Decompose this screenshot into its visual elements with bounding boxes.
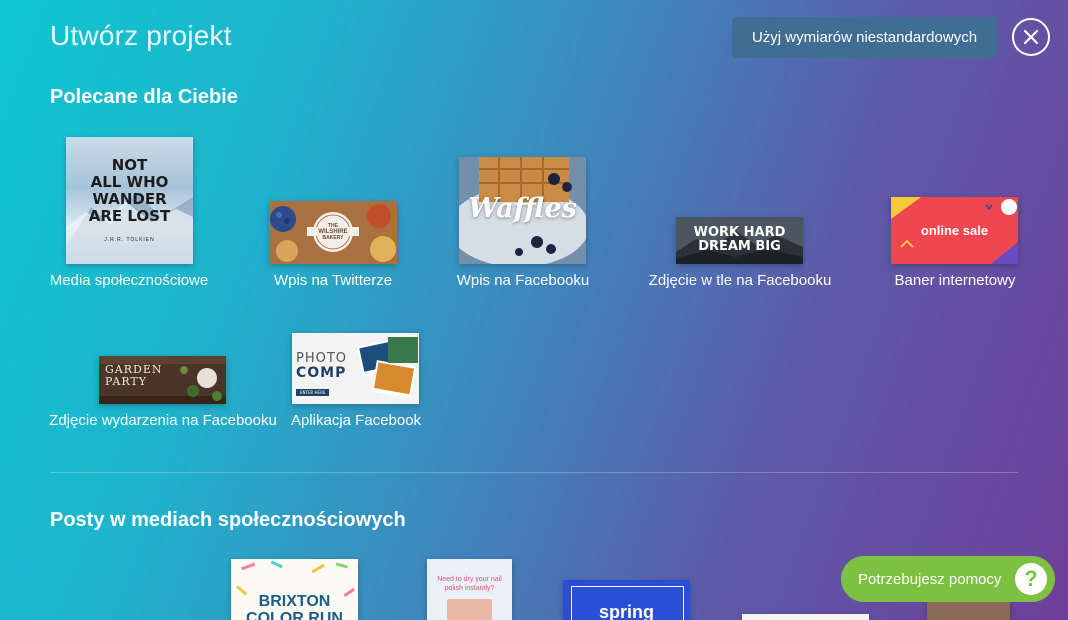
template-thumb-facebook-cover[interactable]: WORK HARD DREAM BIG — [676, 217, 803, 264]
template-thumb-social-4[interactable] — [742, 614, 869, 620]
thumb-text: ARE LOST — [88, 207, 171, 225]
close-button[interactable] — [1012, 18, 1050, 56]
thumb-text: polish instantly? — [444, 585, 495, 592]
thumb-text: BAKERY — [322, 235, 344, 241]
thumb-text: ALL WHO — [90, 173, 169, 191]
thumb-text: COLOR RUN — [246, 610, 343, 620]
custom-dimensions-button[interactable]: Użyj wymiarów niestandardowych — [732, 17, 997, 58]
question-icon: ? — [1015, 563, 1047, 595]
template-thumb-social-2[interactable]: Need to dry your nail polish instantly? — [427, 559, 512, 620]
template-label-twitter-post[interactable]: Wpis na Twitterze — [274, 272, 392, 289]
section-title-recommended: Polecane dla Ciebie — [50, 86, 238, 108]
thumb-text: ENTER HERE — [296, 389, 330, 396]
template-label-facebook-cover[interactable]: Zdjęcie w tle na Facebooku — [649, 272, 832, 289]
thumb-text: PHOTO — [296, 351, 348, 366]
template-label-facebook-app[interactable]: Aplikacja Facebook — [291, 412, 421, 429]
template-thumb-social-3[interactable]: spring — [563, 580, 690, 620]
thumb-image — [447, 599, 492, 620]
template-thumb-social-1[interactable]: BRIXTON COLOR RUN — [231, 559, 358, 620]
template-thumb-social-5[interactable] — [927, 600, 1010, 620]
template-label-facebook-post[interactable]: Wpis na Facebooku — [457, 272, 590, 289]
section-divider — [50, 472, 1018, 473]
template-thumb-facebook-post[interactable]: Waffles — [459, 157, 586, 264]
close-icon — [1023, 29, 1039, 45]
thumb-text: online sale — [920, 223, 989, 238]
thumb-text: COMP — [296, 365, 347, 381]
thumb-text: BRIXTON — [258, 593, 331, 610]
template-thumb-facebook-app[interactable]: PHOTO COMP ENTER HERE — [292, 333, 419, 404]
template-label-web-banner[interactable]: Baner internetowy — [895, 272, 1016, 289]
thumb-text: Waffles — [468, 193, 577, 224]
template-thumb-facebook-event[interactable]: GARDEN PARTY — [99, 356, 226, 404]
help-button[interactable]: Potrzebujesz pomocy ? — [841, 556, 1055, 602]
template-label-facebook-event[interactable]: Zdjęcie wydarzenia na Facebooku — [49, 412, 277, 429]
thumb-text: WANDER — [92, 190, 167, 208]
template-thumb-web-banner[interactable]: online sale — [891, 197, 1018, 264]
template-thumb-twitter-post[interactable]: THE WILSHIRE BAKERY — [269, 201, 397, 264]
thumb-text: Need to dry your nail — [437, 576, 502, 583]
page-title: Utwórz projekt — [50, 20, 232, 51]
thumb-text: WORK HARD — [693, 225, 786, 240]
help-label: Potrzebujesz pomocy — [858, 570, 1002, 588]
thumb-text: NOT — [111, 156, 148, 174]
thumb-text: DREAM BIG — [698, 239, 781, 254]
section-title-social-posts: Posty w mediach społecznościowych — [50, 509, 406, 531]
thumb-caption: J.R.R. TOLKIEN — [104, 237, 155, 243]
thumb-text: spring — [598, 602, 654, 620]
template-thumb-social-media[interactable]: NOT ALL WHO WANDER ARE LOST J.R.R. TOLKI… — [66, 137, 193, 264]
thumb-text: PARTY — [105, 375, 148, 388]
template-label-social-media[interactable]: Media społecznościowe — [50, 272, 208, 289]
